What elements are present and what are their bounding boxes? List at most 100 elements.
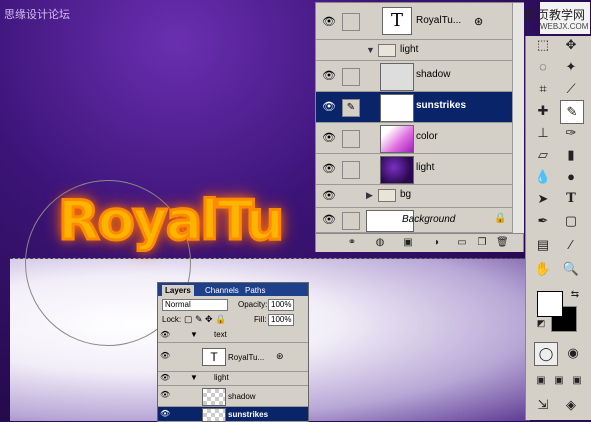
notes-tool-icon[interactable]: ▤	[532, 234, 554, 256]
link-box-icon[interactable]	[342, 13, 360, 31]
layer-name: sunstrikes	[228, 410, 269, 419]
link-box-icon[interactable]	[342, 68, 360, 86]
layer-row-light[interactable]: 👁 light	[316, 154, 523, 185]
move-tool-icon[interactable]: ✥	[560, 34, 582, 56]
layer-style-fx-icon[interactable]: ⊛	[276, 351, 284, 362]
layer-name: shadow	[228, 392, 256, 401]
layer-row-text[interactable]: 👁 T RoyalTu... ⊛	[316, 3, 523, 40]
path-select-tool-icon[interactable]: ➤	[532, 188, 554, 210]
layer-name: sunstrikes	[416, 100, 467, 111]
layer-row-color[interactable]: 👁 color	[316, 123, 523, 154]
watermark-left: 思缘设计论坛	[4, 8, 70, 21]
link-icon[interactable]: ⚭	[346, 237, 358, 249]
watermark-right-title: 网页教学网	[525, 8, 586, 22]
layer-thumb	[202, 388, 226, 406]
slice-tool-icon[interactable]: ⟋	[560, 78, 582, 100]
tools-palette: ⬚ ✥ ◌ ✦ ⌗ ⟋ ✚ ✎ ⊥ ✑ ▱ ▮ 💧 ● ➤ T ✒ ▢ ▤ ⁄ …	[525, 36, 591, 420]
stamp-tool-icon[interactable]: ⊥	[532, 122, 554, 144]
type-tool-icon[interactable]: T	[560, 188, 582, 210]
layer-style-fx-icon[interactable]: ⊛	[474, 15, 483, 28]
expand-triangle-icon[interactable]: ▼	[190, 330, 198, 339]
link-box-icon[interactable]	[342, 212, 360, 230]
zoom-tool-icon[interactable]: 🔍	[560, 258, 582, 280]
shape-tool-icon[interactable]: ▢	[560, 210, 582, 232]
eye-icon[interactable]: 👁	[319, 213, 339, 227]
opacity-input[interactable]: 100%	[268, 299, 294, 311]
eye-icon[interactable]: 👁	[319, 189, 339, 203]
eye-icon[interactable]: 👁	[319, 69, 339, 83]
eye-icon[interactable]: 👁	[160, 330, 170, 339]
group-name: light	[400, 44, 419, 55]
layer-group-light[interactable]: ▼ light	[316, 40, 523, 61]
expand-triangle-icon[interactable]: ▼	[366, 45, 375, 55]
eyedropper-tool-icon[interactable]: ⁄	[560, 234, 582, 256]
dodge-tool-icon[interactable]: ●	[560, 166, 582, 188]
link-box-icon[interactable]	[342, 161, 360, 179]
jump-to-imageready-icon[interactable]: ⇲	[532, 394, 554, 416]
trash-icon[interactable]: 🗑	[496, 237, 509, 249]
layer-thumb	[380, 63, 414, 91]
tab-channels[interactable]: Channels	[202, 285, 242, 296]
eye-icon[interactable]: 👁	[160, 351, 170, 360]
collapse-triangle-icon[interactable]: ▶	[366, 190, 373, 201]
small-layer-shadow[interactable]: 👁 shadow	[158, 386, 308, 407]
small-layer-text[interactable]: 👁 T RoyalTu... ⊛	[158, 343, 308, 372]
panel-tabs: Layers Channels Paths	[158, 283, 308, 296]
standard-mode-icon[interactable]: ◯	[534, 342, 558, 366]
link-box-icon[interactable]	[342, 130, 360, 148]
layer-name: RoyalTu...	[416, 15, 462, 26]
layers-scrollbar[interactable]	[512, 3, 524, 233]
eye-icon[interactable]: 👁	[319, 131, 339, 145]
watermark-right-url: WEBJX.COM	[540, 22, 589, 31]
eye-icon[interactable]: 👁	[160, 373, 170, 382]
group-name: light	[214, 373, 229, 382]
pen-tool-icon[interactable]: ✒	[532, 210, 554, 232]
blur-tool-icon[interactable]: 💧	[532, 166, 554, 188]
hand-tool-icon[interactable]: ✋	[532, 258, 554, 280]
layer-row-sunstrikes[interactable]: 👁 ✎ sunstrikes	[316, 92, 523, 123]
mask-icon[interactable]: ▣	[402, 237, 414, 249]
small-group-text[interactable]: 👁 ▼ text	[158, 329, 308, 343]
eye-icon[interactable]: 👁	[319, 100, 339, 114]
marquee-tool-icon[interactable]: ⬚	[532, 34, 554, 56]
blend-mode-select[interactable]: Normal	[162, 299, 228, 311]
magic-wand-tool-icon[interactable]: ✦	[560, 56, 582, 78]
eraser-tool-icon[interactable]: ▱	[532, 144, 554, 166]
text-layer-thumb-icon: T	[202, 348, 226, 366]
layer-thumb	[380, 94, 414, 122]
crop-tool-icon[interactable]: ⌗	[532, 78, 554, 100]
expand-triangle-icon[interactable]: ▼	[190, 373, 198, 382]
lock-options-icons[interactable]: ▢ ✎ ✥ 🔒	[184, 314, 244, 325]
adjustment-layer-icon[interactable]: ◑	[430, 237, 442, 249]
layer-group-bg[interactable]: 👁 ▶ bg	[316, 185, 523, 208]
small-group-light[interactable]: 👁 ▼ light	[158, 372, 308, 386]
new-group-icon[interactable]: ▭	[456, 237, 468, 249]
fill-input[interactable]: 100%	[268, 314, 294, 326]
eye-icon[interactable]: 👁	[319, 15, 339, 29]
layers-panel-small: Layers Channels Paths Normal Opacity: 10…	[157, 282, 309, 422]
tab-paths[interactable]: Paths	[242, 285, 268, 296]
history-brush-tool-icon[interactable]: ✑	[560, 122, 582, 144]
layer-style-icon[interactable]: ◍	[374, 237, 386, 249]
eye-icon[interactable]: 👁	[160, 390, 170, 399]
layer-row-background[interactable]: 👁 Background 🔒	[316, 208, 523, 233]
text-layer-thumb-icon: T	[382, 7, 412, 35]
gradient-tool-icon[interactable]: ▮	[560, 144, 582, 166]
new-layer-icon[interactable]: ❐	[476, 237, 488, 249]
folder-icon	[378, 189, 396, 202]
swap-colors-icon[interactable]: ⇆	[564, 284, 586, 306]
tab-layers[interactable]: Layers	[162, 285, 194, 296]
layer-name: color	[416, 131, 438, 142]
imageready-icon[interactable]: ◈	[560, 394, 582, 416]
quick-mask-icon[interactable]: ◉	[562, 342, 584, 364]
eye-icon[interactable]: 👁	[160, 409, 170, 418]
healing-brush-tool-icon[interactable]: ✚	[532, 100, 554, 122]
layer-row-shadow[interactable]: 👁 shadow	[316, 61, 523, 92]
lasso-tool-icon[interactable]: ◌	[532, 56, 554, 78]
eye-icon[interactable]: 👁	[319, 162, 339, 176]
default-colors-icon[interactable]: ◩	[530, 312, 552, 334]
brush-tool-icon[interactable]: ✎	[560, 100, 584, 124]
screen-mode-full-icon[interactable]: ▣	[566, 370, 588, 392]
lock-label: Lock:	[162, 315, 182, 324]
brush-icon[interactable]: ✎	[342, 99, 360, 117]
